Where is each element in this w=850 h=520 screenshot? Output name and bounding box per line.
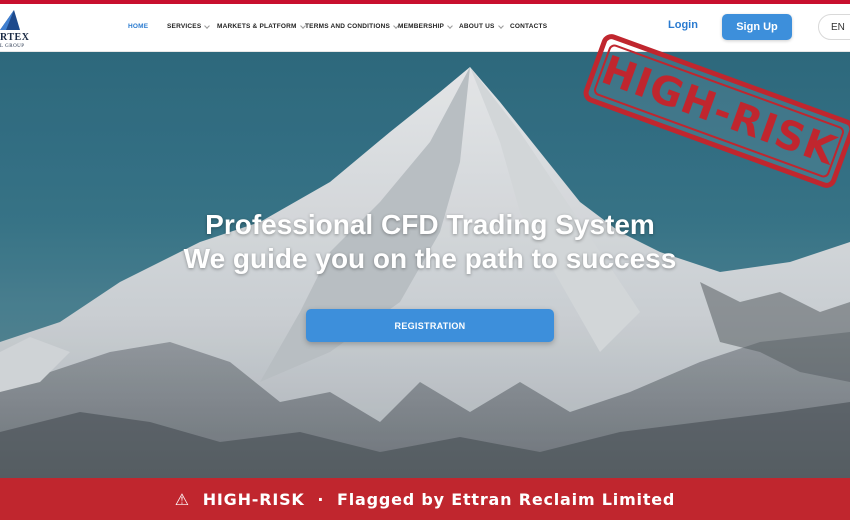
- warning-icon: ⚠: [174, 489, 190, 509]
- nav-membership[interactable]: MEMBERSHIP: [398, 22, 453, 30]
- nav-home-label: HOME: [128, 23, 149, 30]
- pyramid-logo-icon: [0, 10, 20, 30]
- nav-about-label: ABOUT US: [459, 23, 495, 30]
- login-link[interactable]: Login: [668, 19, 698, 31]
- chevron-down-icon: [497, 22, 504, 29]
- chevron-down-icon: [447, 22, 453, 29]
- brand-logo[interactable]: RTEX L GROUP: [0, 8, 40, 52]
- nav-contacts-label: CONTACTS: [510, 23, 548, 30]
- banner-message: Flagged by Ettran Reclaim Limited: [337, 489, 676, 509]
- nav-terms[interactable]: TERMS AND CONDITIONS: [305, 22, 399, 30]
- language-selector[interactable]: EN: [818, 14, 850, 40]
- site-header: RTEX L GROUP HOME SERVICES MARKETS & PLA…: [0, 4, 850, 52]
- warning-banner: ⚠ HIGH-RISK · Flagged by Ettran Reclaim …: [0, 478, 850, 520]
- logo-wordmark: RTEX: [0, 32, 30, 43]
- nav-contacts[interactable]: CONTACTS: [510, 23, 547, 30]
- nav-markets-label: MARKETS & PLATFORM: [217, 23, 297, 30]
- nav-home[interactable]: HOME: [128, 23, 148, 30]
- banner-separator: ·: [317, 489, 325, 509]
- nav-membership-label: MEMBERSHIP: [398, 23, 445, 30]
- banner-label: HIGH-RISK: [202, 489, 305, 509]
- signup-button[interactable]: Sign Up: [722, 14, 792, 40]
- nav-services[interactable]: SERVICES: [167, 22, 211, 30]
- chevron-down-icon: [204, 22, 211, 29]
- hero-headline-line2: We guide you on the path to success: [183, 243, 677, 274]
- nav-about-us[interactable]: ABOUT US: [459, 22, 504, 30]
- hero-headline-line1: Professional CFD Trading System: [205, 209, 655, 240]
- nav-markets-platform[interactable]: MARKETS & PLATFORM: [217, 22, 306, 30]
- registration-button[interactable]: REGISTRATION: [306, 309, 554, 342]
- nav-terms-label: TERMS AND CONDITIONS: [305, 23, 391, 30]
- logo-subtitle: L GROUP: [0, 44, 25, 49]
- nav-services-label: SERVICES: [167, 23, 202, 30]
